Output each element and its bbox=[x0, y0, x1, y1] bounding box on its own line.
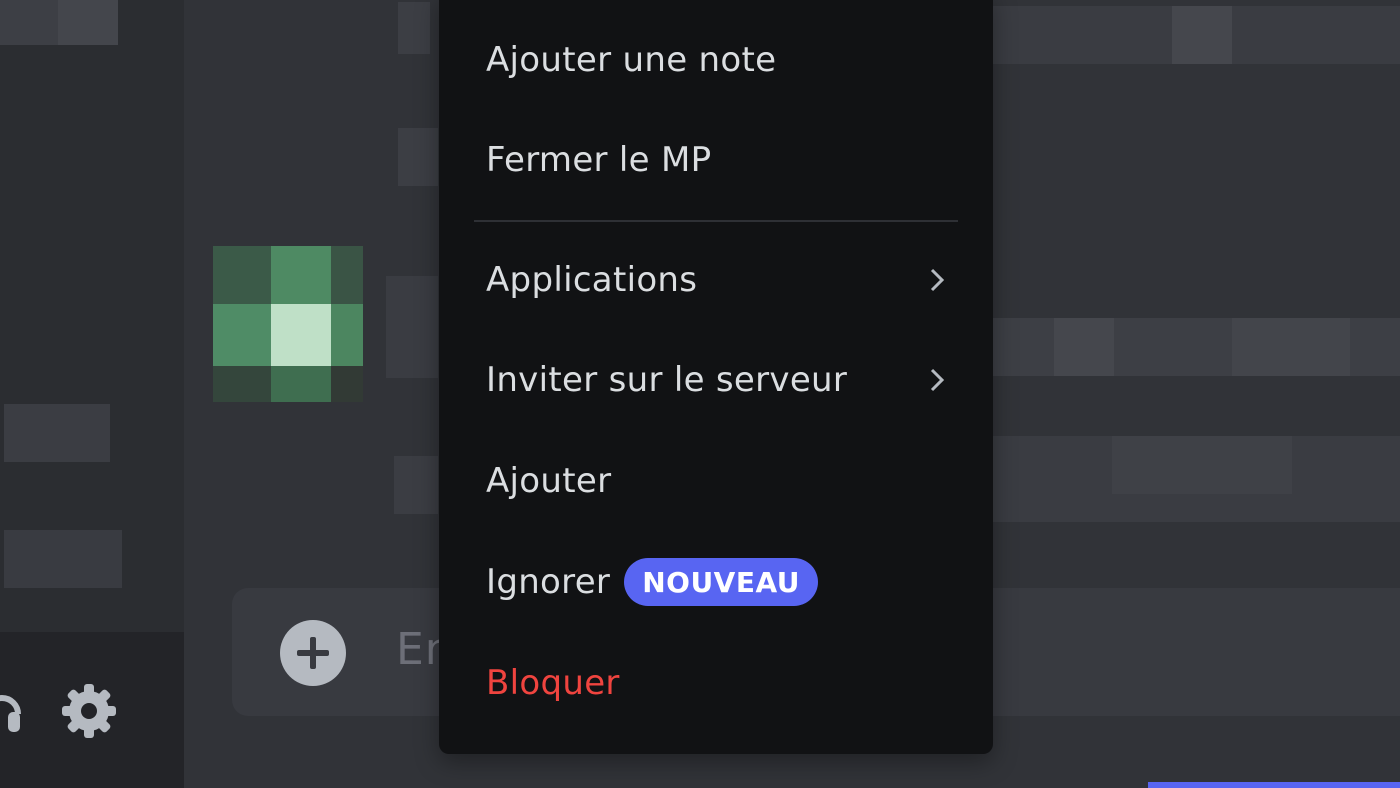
blurred-message bbox=[1054, 318, 1114, 376]
menu-item-label: Fermer le MP bbox=[486, 140, 712, 180]
menu-item-label: Ignorer bbox=[486, 562, 611, 602]
menu-item-label: Ajouter bbox=[486, 461, 612, 501]
menu-item-label: Bloquer bbox=[486, 663, 620, 703]
user-context-menu: Ajouter une note Fermer le MP Applicatio… bbox=[439, 0, 993, 754]
menu-item-invite-to-server[interactable]: Inviter sur le serveur bbox=[486, 345, 946, 415]
blurred-message bbox=[386, 276, 438, 378]
gear-icon[interactable] bbox=[60, 682, 118, 740]
chevron-right-icon bbox=[930, 268, 945, 292]
avatar[interactable] bbox=[213, 246, 363, 402]
menu-item-label: Inviter sur le serveur bbox=[486, 360, 848, 400]
menu-item-label: Applications bbox=[486, 260, 698, 300]
menu-item-add-note[interactable]: Ajouter une note bbox=[486, 25, 946, 95]
menu-item-applications[interactable]: Applications bbox=[486, 245, 946, 315]
blurred-channel bbox=[58, 0, 118, 45]
blurred-message bbox=[1112, 436, 1292, 494]
menu-item-add-friend[interactable]: Ajouter bbox=[486, 446, 946, 516]
menu-item-label: Ajouter une note bbox=[486, 40, 777, 80]
blurred-message bbox=[394, 456, 438, 514]
menu-item-close-dm[interactable]: Fermer le MP bbox=[486, 125, 946, 195]
blurred-message bbox=[1232, 318, 1350, 376]
plus-circle-icon bbox=[297, 637, 329, 669]
blurred-channel[interactable] bbox=[4, 404, 110, 462]
menu-item-ignore[interactable]: Ignorer NOUVEAU bbox=[486, 547, 946, 617]
add-attachment-button[interactable] bbox=[280, 620, 346, 686]
headset-icon[interactable] bbox=[0, 684, 22, 736]
blurred-message bbox=[398, 2, 430, 54]
blurred-message bbox=[1172, 6, 1232, 64]
accent-strip bbox=[1148, 782, 1400, 788]
discord-window: En Ajouter une note Fermer le MP Applica… bbox=[0, 0, 1400, 788]
channel-sidebar bbox=[0, 0, 184, 788]
blurred-message bbox=[398, 128, 438, 186]
chevron-right-icon bbox=[930, 368, 945, 392]
menu-separator bbox=[474, 220, 958, 222]
blurred-channel[interactable] bbox=[4, 530, 122, 588]
new-badge: NOUVEAU bbox=[624, 558, 819, 606]
menu-item-block[interactable]: Bloquer bbox=[486, 648, 946, 718]
